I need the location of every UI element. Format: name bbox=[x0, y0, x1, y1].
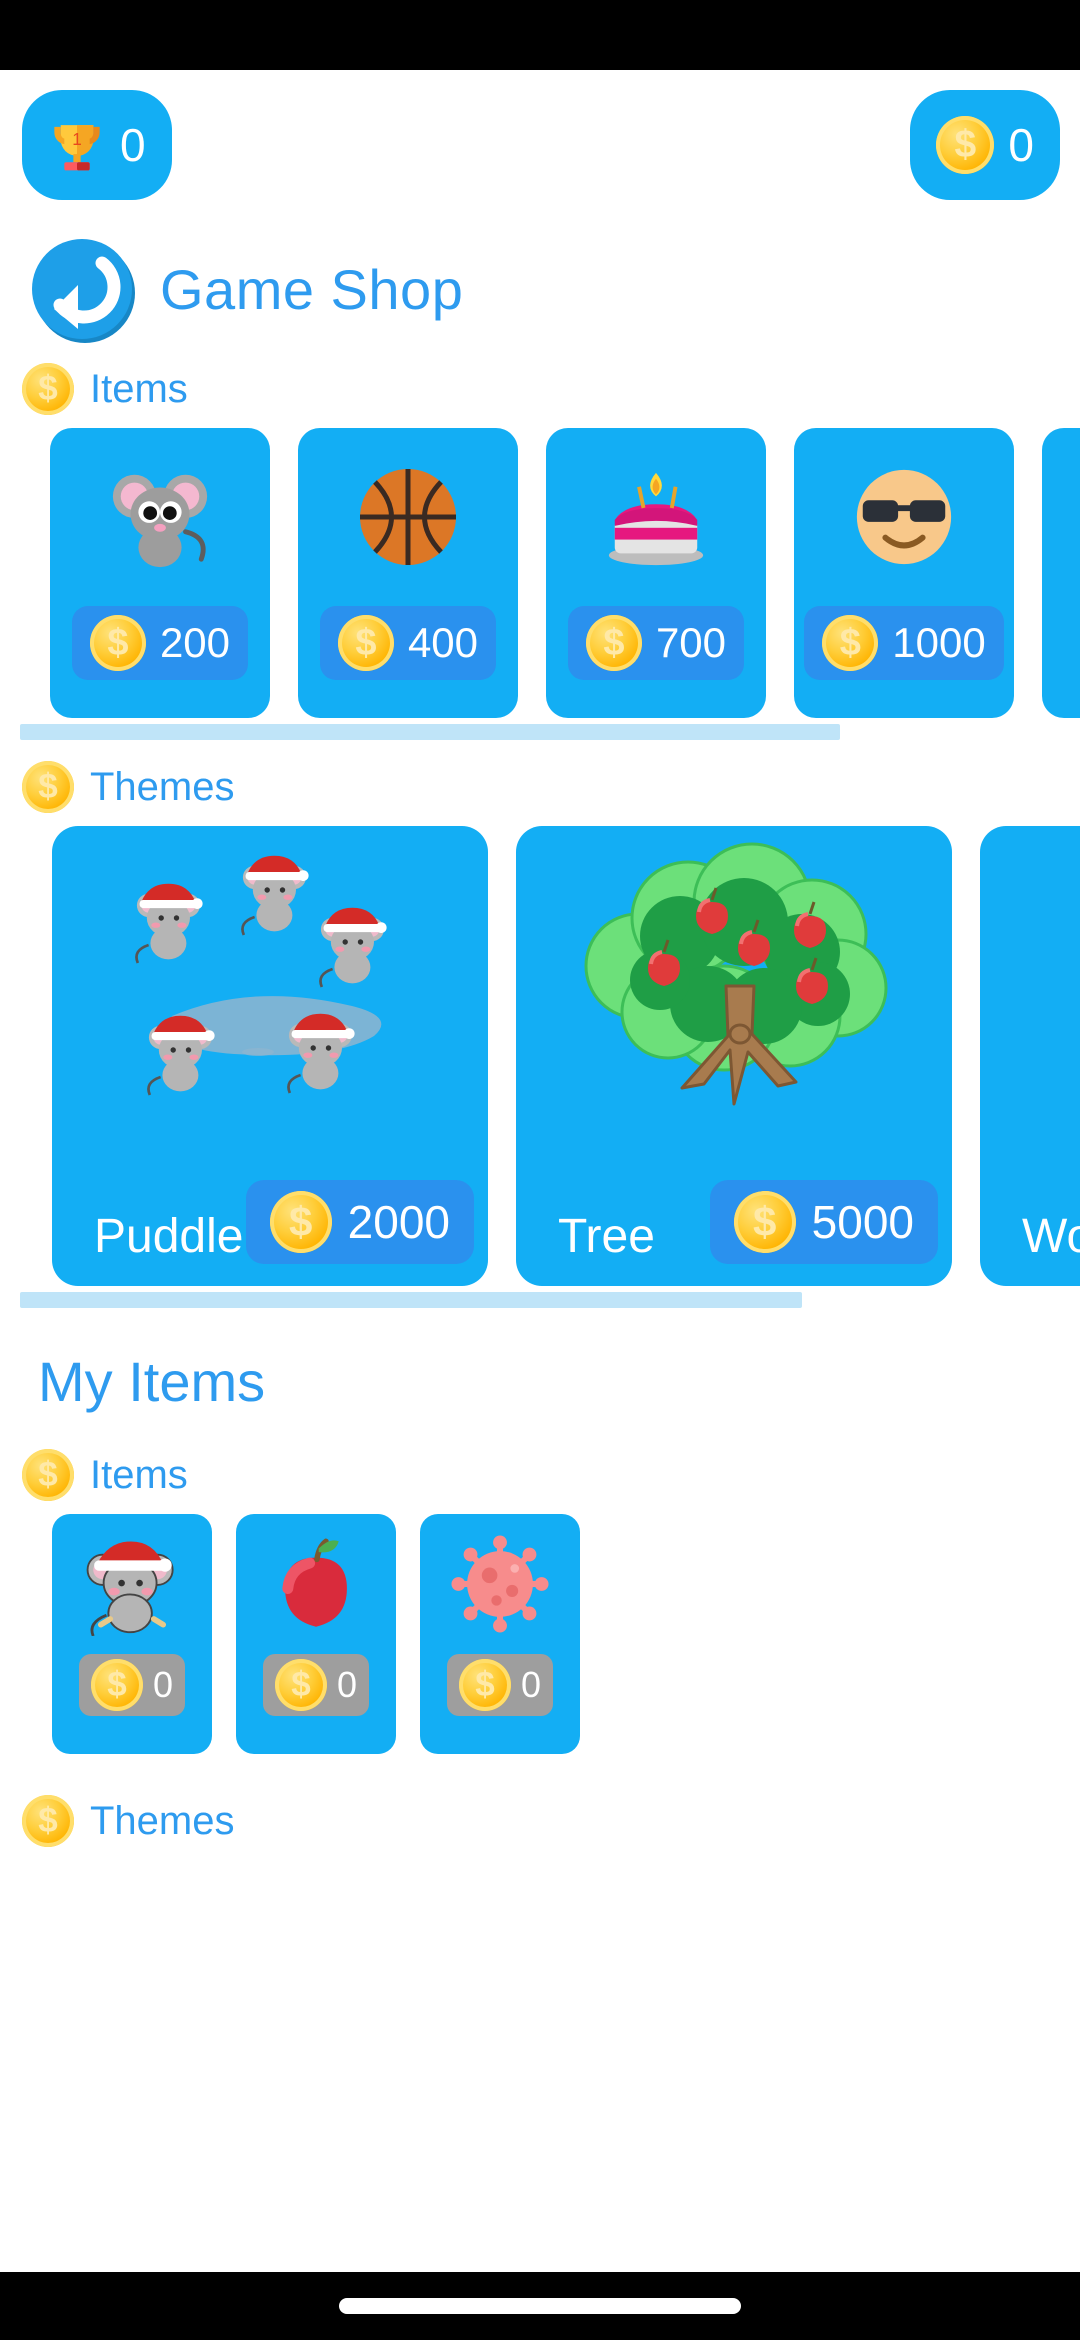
my-themes-label: Themes bbox=[0, 1782, 1080, 1860]
shop-item-card[interactable]: 1000 bbox=[794, 428, 1014, 718]
apple-icon bbox=[236, 1514, 396, 1654]
owned-count-pill: 0 bbox=[78, 1654, 186, 1716]
page-header: Game Shop bbox=[0, 222, 1080, 350]
shop-items-label: Items bbox=[0, 350, 1080, 428]
shop-items-row[interactable]: 200 400 bbox=[0, 428, 1080, 748]
shop-item-card-partial[interactable] bbox=[1042, 428, 1080, 718]
section-label-text: Items bbox=[90, 1452, 188, 1497]
theme-footer: Puddle 2000 bbox=[52, 1180, 488, 1286]
coin-icon bbox=[22, 363, 74, 415]
price-pill: 700 bbox=[567, 606, 745, 680]
system-navigation-bar bbox=[0, 2272, 1080, 2340]
coin-icon bbox=[22, 1449, 74, 1501]
theme-name: Wor bbox=[1022, 1210, 1080, 1263]
back-arrow-icon[interactable] bbox=[32, 239, 132, 339]
top-counters: 1 0 0 bbox=[0, 70, 1080, 222]
status-bar bbox=[0, 0, 1080, 70]
theme-price: 2000 bbox=[347, 1196, 450, 1248]
shop-themes-label: Themes bbox=[0, 748, 1080, 826]
item-price: 200 bbox=[159, 619, 231, 666]
gesture-pill[interactable] bbox=[339, 2298, 741, 2314]
shop-themes-scrollbar[interactable] bbox=[20, 1292, 802, 1308]
phone-screen: 1 0 0 Game Shop Items bbox=[0, 0, 1080, 2340]
item-price: 400 bbox=[407, 619, 479, 666]
my-items-label: Items bbox=[0, 1436, 1080, 1514]
item-price: 700 bbox=[655, 619, 727, 666]
shop-items-list: 200 400 bbox=[0, 428, 1080, 718]
coin-icon bbox=[337, 615, 394, 671]
price-pill: 1000 bbox=[804, 606, 1004, 680]
coin-icon bbox=[936, 116, 995, 174]
shop-themes-row[interactable]: Puddle 2000 bbox=[0, 826, 1080, 1326]
coin-icon bbox=[458, 1659, 511, 1711]
basketball-icon bbox=[298, 428, 518, 606]
coin-icon bbox=[269, 1191, 332, 1253]
shop-item-card[interactable]: 700 bbox=[546, 428, 766, 718]
owned-count: 0 bbox=[152, 1664, 174, 1705]
coin-icon bbox=[89, 615, 146, 671]
theme-footer: Wor bbox=[980, 1210, 1080, 1286]
mouse-icon bbox=[50, 428, 270, 606]
theme-price: 5000 bbox=[811, 1196, 914, 1248]
santa-mouse-icon bbox=[52, 1514, 212, 1654]
trophy-icon: 1 bbox=[48, 116, 106, 174]
shop-theme-card-partial[interactable]: Wor bbox=[980, 826, 1080, 1286]
shop-item-card[interactable]: 400 bbox=[298, 428, 518, 718]
price-pill: 200 bbox=[71, 606, 249, 680]
virus-icon bbox=[420, 1514, 580, 1654]
my-item-card[interactable]: 0 bbox=[236, 1514, 396, 1754]
coin-counter-badge[interactable]: 0 bbox=[910, 90, 1060, 200]
sunglasses-face-icon bbox=[794, 428, 1014, 606]
coin-icon bbox=[22, 1795, 74, 1847]
trophy-counter-badge[interactable]: 1 0 bbox=[22, 90, 172, 200]
coin-icon bbox=[733, 1191, 796, 1253]
owned-count: 0 bbox=[520, 1664, 542, 1705]
price-pill: 5000 bbox=[709, 1180, 938, 1264]
coin-icon bbox=[90, 1659, 143, 1711]
shop-theme-card[interactable]: Puddle 2000 bbox=[52, 826, 488, 1286]
theme-name: Puddle bbox=[94, 1210, 244, 1263]
world-virus-art bbox=[980, 826, 1080, 1264]
my-item-card[interactable]: 0 bbox=[52, 1514, 212, 1754]
shop-items-scrollbar[interactable] bbox=[20, 724, 840, 740]
section-label-text: Items bbox=[90, 366, 188, 411]
my-item-card[interactable]: 0 bbox=[420, 1514, 580, 1754]
trophy-count: 0 bbox=[120, 119, 146, 171]
owned-count-pill: 0 bbox=[446, 1654, 554, 1716]
svg-text:1: 1 bbox=[72, 129, 82, 149]
section-label-text: Themes bbox=[90, 764, 235, 809]
coin-icon bbox=[22, 761, 74, 813]
app-screen: 1 0 0 Game Shop Items bbox=[0, 70, 1080, 2272]
coin-icon bbox=[822, 615, 879, 671]
my-items-row: 0 0 bbox=[0, 1514, 1080, 1782]
page-title: Game Shop bbox=[160, 257, 464, 321]
price-pill: 2000 bbox=[245, 1180, 474, 1264]
price-pill: 400 bbox=[319, 606, 497, 680]
birthday-cake-icon bbox=[546, 428, 766, 606]
coin-count: 0 bbox=[1008, 119, 1034, 171]
my-items-list: 0 0 bbox=[0, 1514, 1080, 1754]
owned-count: 0 bbox=[336, 1664, 358, 1705]
shop-theme-card[interactable]: Tree 5000 bbox=[516, 826, 952, 1286]
theme-footer: Tree 5000 bbox=[516, 1180, 952, 1286]
shop-item-card[interactable]: 200 bbox=[50, 428, 270, 718]
my-items-title: My Items bbox=[38, 1349, 266, 1413]
shop-themes-list: Puddle 2000 bbox=[0, 826, 1080, 1286]
item-price: 1000 bbox=[892, 619, 986, 666]
mice-puddle-art bbox=[52, 826, 488, 1180]
coin-icon bbox=[274, 1659, 327, 1711]
coin-icon bbox=[585, 615, 642, 671]
apple-tree-art bbox=[516, 826, 952, 1180]
owned-count-pill: 0 bbox=[262, 1654, 370, 1716]
section-label-text: Themes bbox=[90, 1798, 235, 1843]
theme-name: Tree bbox=[558, 1210, 655, 1263]
